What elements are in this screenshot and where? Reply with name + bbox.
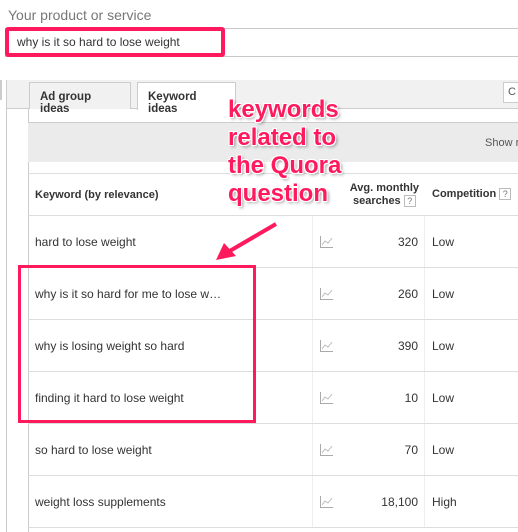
- trend-chart-icon[interactable]: [320, 392, 333, 404]
- top-right-button[interactable]: C: [503, 82, 518, 103]
- competition-cell: Low: [432, 235, 455, 249]
- tab-keyword-ideas[interactable]: Keyword ideas: [137, 82, 236, 115]
- annotation-line: related to: [228, 124, 337, 151]
- searches-cell: 10: [312, 372, 425, 423]
- searches-value: 320: [397, 235, 418, 249]
- competition-cell: High: [432, 495, 457, 509]
- searches-value: 18,100: [381, 495, 418, 509]
- competition-cell: Low: [432, 391, 455, 405]
- divider: [0, 80, 2, 100]
- highlight-box-input: [5, 27, 225, 57]
- annotation-line: the Quora: [228, 152, 342, 179]
- help-icon[interactable]: ?: [403, 195, 416, 208]
- competition-cell: Low: [432, 287, 455, 301]
- show-more-link[interactable]: Show r: [485, 137, 518, 149]
- searches-cell: 320: [312, 216, 425, 267]
- searches-cell: 70: [312, 424, 425, 475]
- trend-chart-icon[interactable]: [320, 340, 333, 352]
- trend-chart-icon[interactable]: [320, 444, 333, 456]
- highlight-box-rows: [18, 265, 256, 423]
- header-searches-line2: searches: [352, 195, 401, 207]
- divider: [6, 80, 7, 532]
- header-keyword[interactable]: Keyword (by relevance): [35, 174, 159, 216]
- annotation-line: keywords: [228, 96, 339, 123]
- keyword-cell[interactable]: hard to lose weight: [35, 216, 136, 268]
- product-label: Your product or service: [8, 7, 152, 23]
- competition-cell: Low: [432, 339, 455, 353]
- header-competition-label: Competition: [432, 188, 497, 200]
- help-icon[interactable]: ?: [499, 188, 512, 201]
- searches-cell: 390: [312, 320, 425, 371]
- competition-cell: Low: [432, 443, 455, 457]
- header-searches-line1: Avg. monthly: [349, 182, 419, 194]
- annotation-line: question: [228, 180, 328, 207]
- searches-cell: 18,100: [312, 476, 425, 527]
- tab-ad-group-ideas[interactable]: Ad group ideas: [29, 82, 131, 115]
- annotation-text: keywords related to the Quora question: [228, 96, 341, 208]
- table-row: weight loss supplements 18,100 High: [28, 476, 518, 528]
- trend-chart-icon[interactable]: [320, 236, 333, 248]
- header-competition[interactable]: Competition ?: [432, 174, 512, 214]
- table-row: so hard to lose weight 70 Low: [28, 424, 518, 476]
- trend-chart-icon[interactable]: [320, 496, 333, 508]
- searches-value: 10: [404, 391, 418, 405]
- searches-value: 70: [404, 443, 418, 457]
- searches-value: 390: [397, 339, 418, 353]
- keyword-cell[interactable]: so hard to lose weight: [35, 424, 152, 476]
- keyword-cell[interactable]: weight loss supplements: [35, 476, 166, 528]
- searches-cell: 260: [312, 268, 425, 319]
- searches-value: 260: [397, 287, 418, 301]
- arrow-annotation: [216, 222, 278, 260]
- trend-chart-icon[interactable]: [320, 288, 333, 300]
